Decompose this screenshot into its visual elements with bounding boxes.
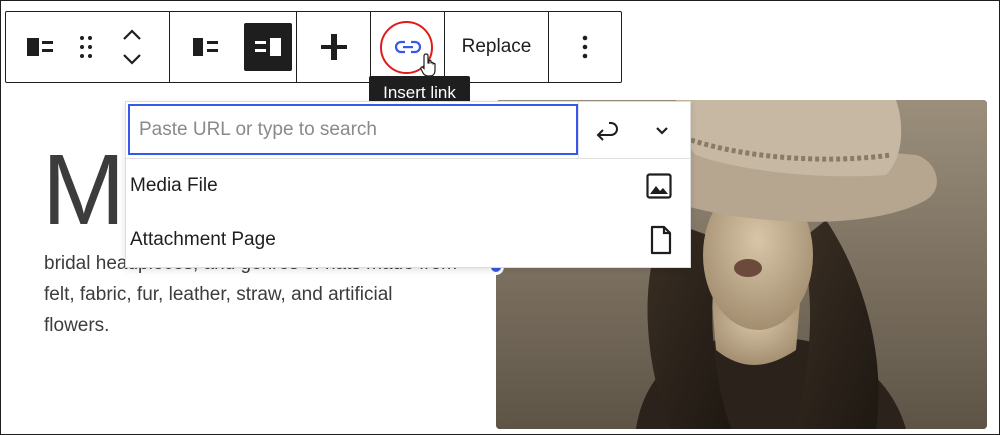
drag-handle-button[interactable] — [70, 23, 102, 71]
link-icon — [394, 40, 421, 54]
link-option-attachment-page[interactable]: Attachment Page — [126, 213, 690, 267]
paragraph-line: felt, fabric, fur, leather, straw, and a… — [44, 284, 393, 305]
media-position-group — [170, 12, 297, 82]
media-right-button[interactable] — [244, 23, 292, 71]
options-group — [549, 12, 621, 82]
alignment-group — [297, 12, 371, 82]
link-settings-toggle[interactable] — [634, 102, 690, 159]
url-search-input[interactable] — [128, 104, 579, 155]
link-popover: Media File Attachment Page — [125, 101, 691, 268]
more-options-button[interactable] — [565, 23, 605, 71]
link-search-row — [126, 102, 690, 159]
replace-button[interactable]: Replace — [444, 23, 550, 71]
replace-group: Replace — [445, 12, 549, 82]
enter-return-icon — [596, 121, 618, 141]
submit-link-button[interactable] — [578, 102, 634, 159]
hand-pointer-icon — [420, 53, 436, 77]
page-icon — [650, 225, 672, 255]
media-text-icon — [27, 38, 53, 56]
media-left-icon — [193, 38, 218, 56]
drag-handle-icon — [80, 36, 92, 58]
media-left-button[interactable] — [182, 23, 230, 71]
chevron-down-icon[interactable] — [122, 53, 142, 65]
paragraph-line: flowers. — [44, 315, 110, 336]
block-toolbar: Replace — [5, 11, 622, 83]
move-block-buttons — [112, 23, 152, 71]
option-label: Media File — [130, 175, 218, 196]
block-mover-group — [6, 12, 170, 82]
more-vertical-icon — [582, 35, 588, 59]
link-option-media-file[interactable]: Media File — [126, 159, 690, 213]
media-right-icon — [255, 38, 281, 56]
option-label: Attachment Page — [130, 229, 276, 250]
vertical-align-button[interactable] — [310, 23, 358, 71]
chevron-down-icon — [656, 127, 668, 135]
vertical-align-middle-icon — [320, 34, 347, 60]
block-type-button[interactable] — [20, 23, 60, 71]
paragraph-dropcap: M — [42, 134, 126, 246]
chevron-up-icon[interactable] — [122, 29, 142, 41]
image-icon — [646, 173, 672, 199]
